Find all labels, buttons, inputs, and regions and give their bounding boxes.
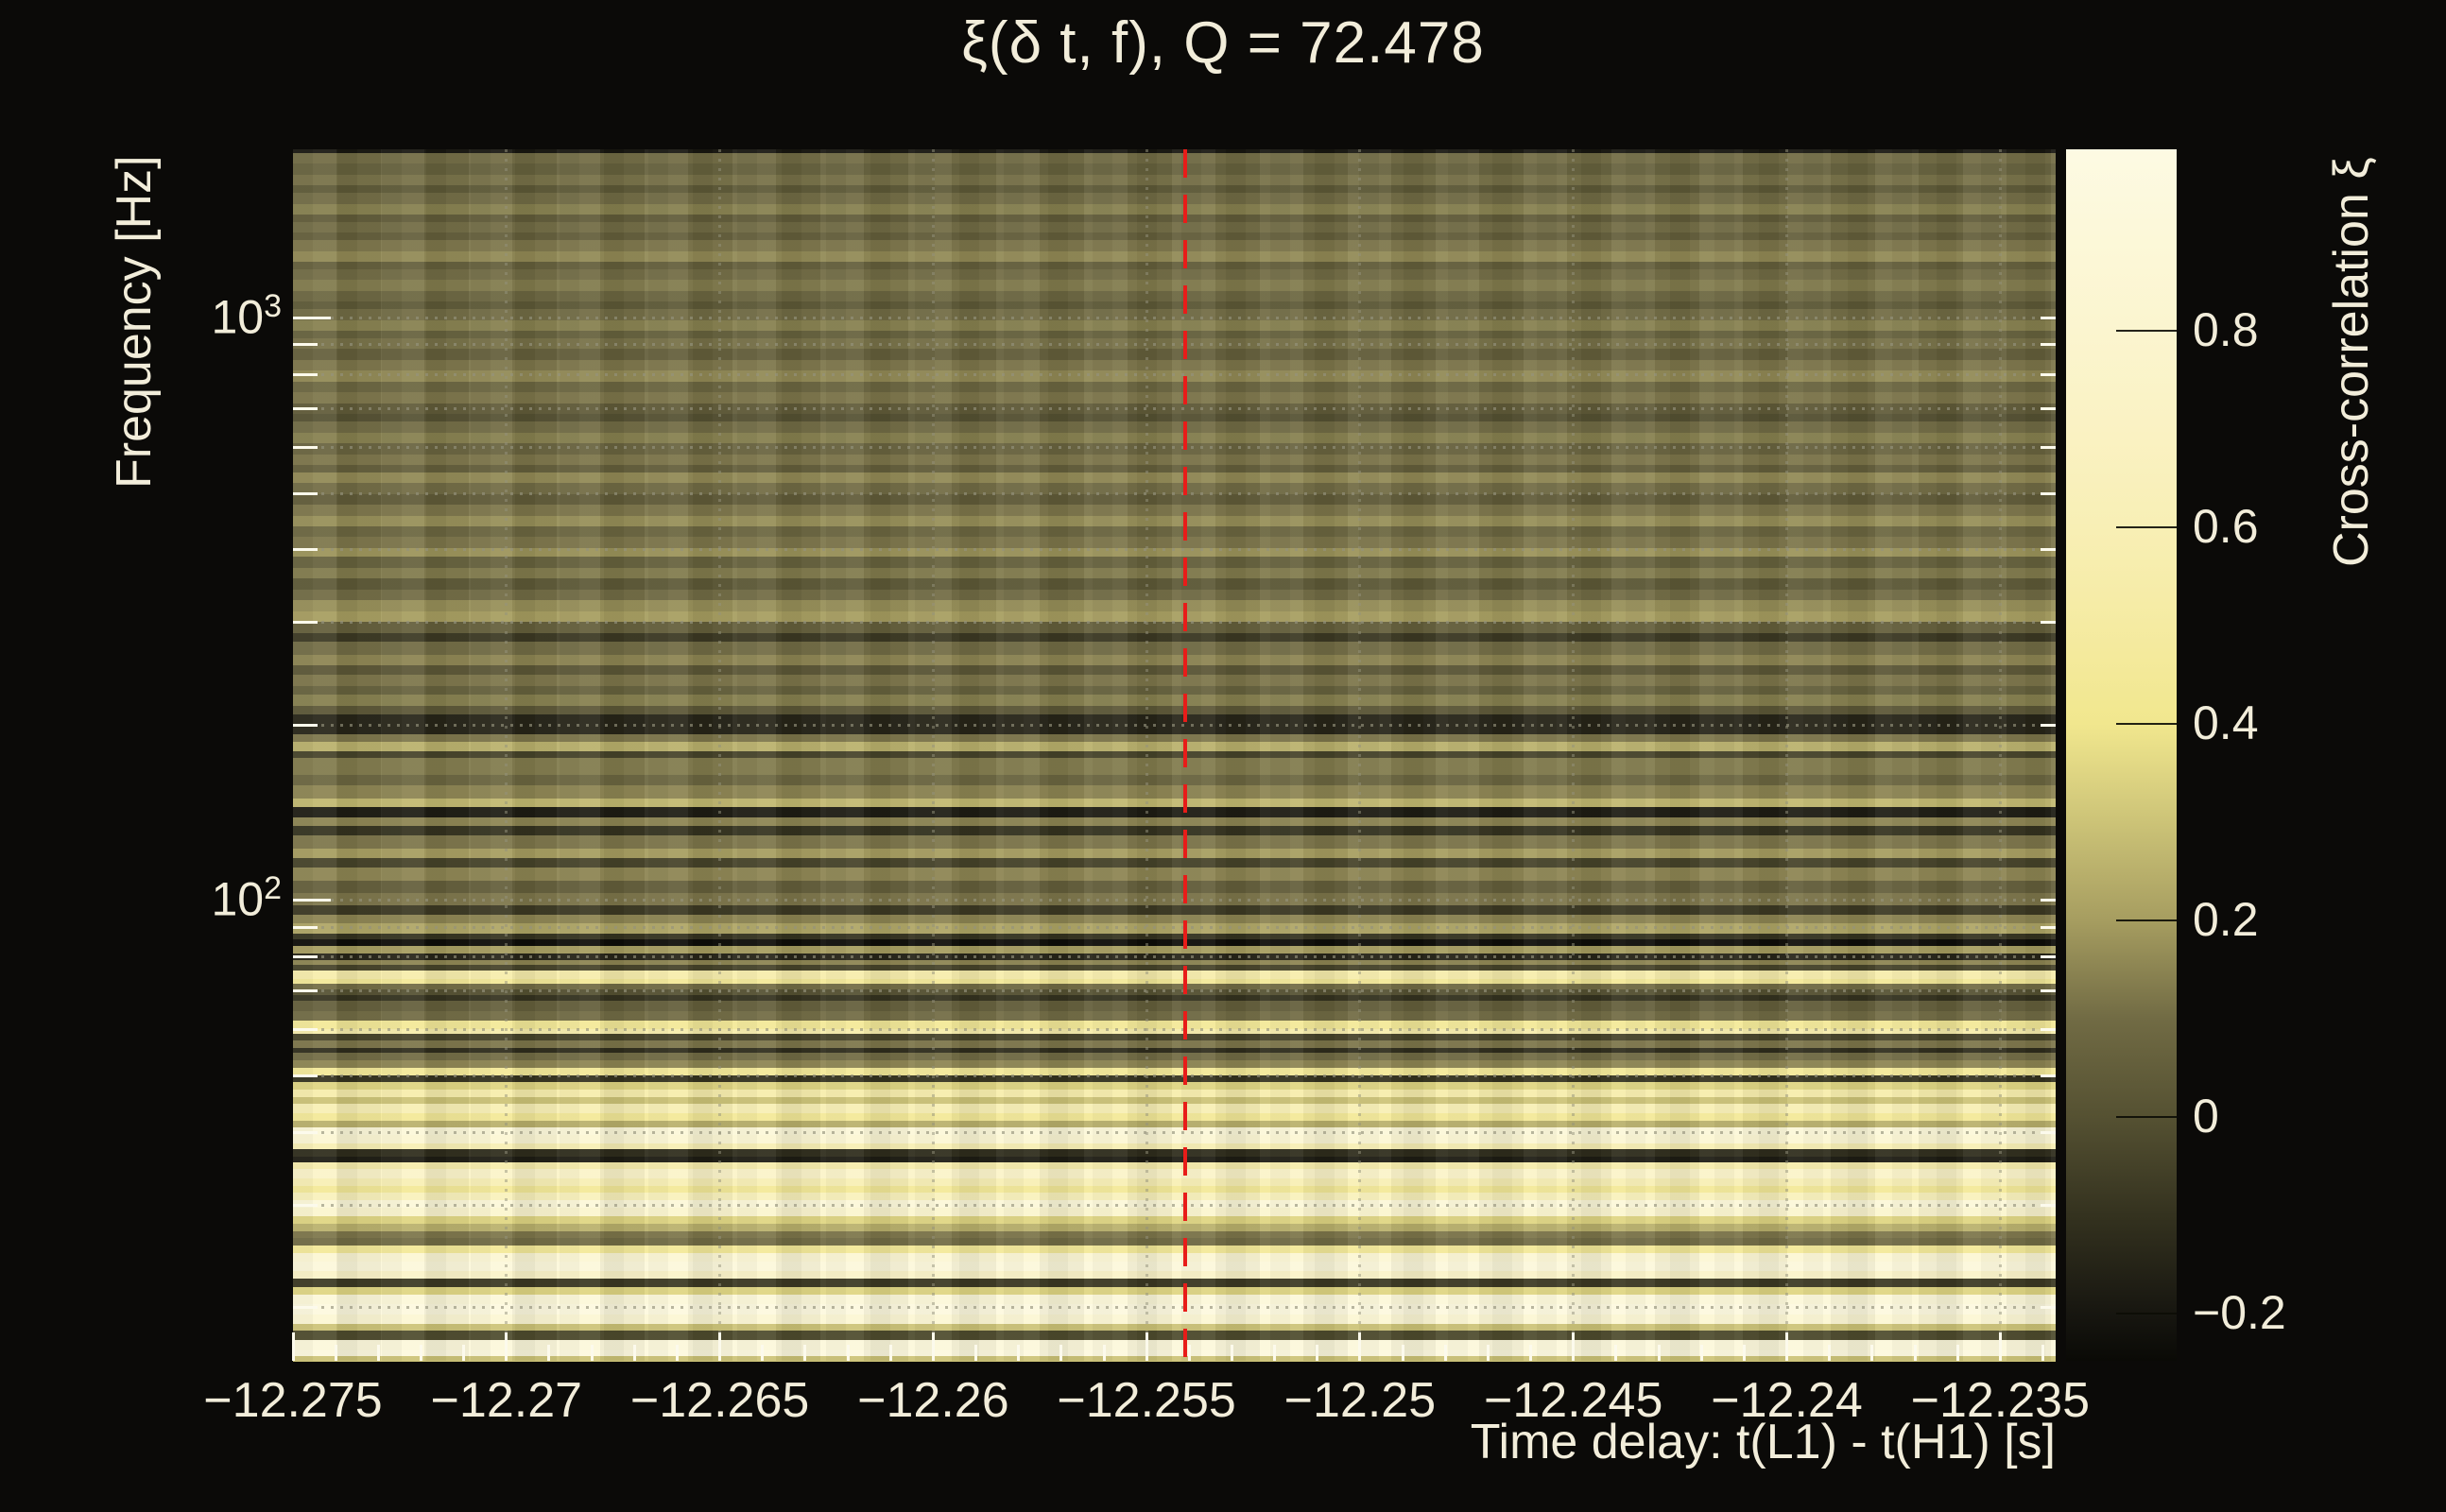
plot-title: ξ(δ t, f), Q = 72.478 bbox=[0, 9, 2446, 77]
freq-tick-left bbox=[293, 548, 318, 551]
time-tick-minor bbox=[1529, 1345, 1532, 1361]
freq-tick-left bbox=[293, 989, 318, 992]
freq-tick-right bbox=[2041, 1306, 2056, 1309]
time-tick-minor bbox=[1956, 1345, 1959, 1361]
freq-tick-left bbox=[293, 899, 331, 902]
time-tick-minor bbox=[2041, 1345, 2044, 1361]
freq-tick-right bbox=[2041, 1028, 2056, 1031]
freq-tick-right bbox=[2041, 955, 2056, 958]
time-tick-minor bbox=[1870, 1345, 1873, 1361]
marker-line bbox=[1183, 149, 1187, 1361]
time-tick-minor bbox=[1785, 1345, 1788, 1361]
freq-tick-right bbox=[2041, 407, 2056, 410]
figure: ξ(δ t, f), Q = 72.478 Frequency [Hz] 0.8… bbox=[0, 0, 2446, 1512]
freq-tick-left bbox=[293, 446, 318, 449]
time-tick-minor bbox=[505, 1345, 508, 1361]
time-tick-minor bbox=[591, 1345, 594, 1361]
freq-tick-right bbox=[2041, 446, 2056, 449]
time-tick-minor bbox=[889, 1345, 892, 1361]
freq-tick-left bbox=[293, 1204, 318, 1207]
heatmap-plot bbox=[293, 149, 2056, 1361]
time-tick-minor bbox=[1487, 1345, 1490, 1361]
colorbar-tick bbox=[2116, 330, 2177, 332]
freq-tick-right bbox=[2041, 899, 2056, 902]
freq-tick-right bbox=[2041, 926, 2056, 929]
freq-tick-right bbox=[2041, 317, 2056, 319]
freq-tick-right bbox=[2041, 724, 2056, 727]
time-tick-minor bbox=[1999, 1345, 2002, 1361]
time-tick-minor bbox=[633, 1345, 636, 1361]
time-tick-minor bbox=[1914, 1345, 1917, 1361]
time-tick-minor bbox=[547, 1345, 550, 1361]
y-tick-label: 102 bbox=[55, 870, 282, 927]
colorbar-tick-label: −0.2 bbox=[2193, 1285, 2438, 1340]
freq-tick-left bbox=[293, 955, 318, 958]
colorbar-tick-label: 0.8 bbox=[2193, 302, 2438, 357]
time-tick-minor bbox=[1658, 1345, 1661, 1361]
colorbar-tick-label: 0 bbox=[2193, 1089, 2438, 1143]
time-tick-minor bbox=[1402, 1345, 1404, 1361]
time-tick-minor bbox=[1444, 1345, 1447, 1361]
freq-tick-right bbox=[2041, 373, 2056, 376]
colorbar-tick-label: 0.2 bbox=[2193, 892, 2438, 947]
time-tick-minor bbox=[462, 1345, 465, 1361]
freq-tick-left bbox=[293, 1306, 318, 1309]
time-tick-minor bbox=[1828, 1345, 1831, 1361]
time-tick-minor bbox=[1188, 1345, 1191, 1361]
time-tick-minor bbox=[1700, 1345, 1703, 1361]
freq-tick-left bbox=[293, 926, 318, 929]
colorbar-title: Cross-correlation ξ bbox=[2323, 113, 2380, 567]
time-tick-minor bbox=[974, 1345, 977, 1361]
freq-tick-right bbox=[2041, 492, 2056, 495]
freq-tick-left bbox=[293, 317, 331, 319]
time-tick-minor bbox=[676, 1345, 679, 1361]
time-tick-minor bbox=[1316, 1345, 1318, 1361]
time-tick-minor bbox=[761, 1345, 764, 1361]
freq-tick-right bbox=[2041, 343, 2056, 346]
colorbar-tick bbox=[2116, 919, 2177, 921]
freq-tick-left bbox=[293, 373, 318, 376]
colorbar-tick bbox=[2116, 526, 2177, 528]
freq-tick-left bbox=[293, 1131, 318, 1134]
freq-tick-right bbox=[2041, 989, 2056, 992]
colorbar-tick bbox=[2116, 1313, 2177, 1314]
time-tick-minor bbox=[1059, 1345, 1062, 1361]
time-tick-minor bbox=[1614, 1345, 1617, 1361]
freq-tick-left bbox=[293, 724, 318, 727]
freq-tick-left bbox=[293, 1028, 318, 1031]
colorbar-tick bbox=[2116, 723, 2177, 725]
time-tick-minor bbox=[1358, 1345, 1361, 1361]
freq-tick-left bbox=[293, 492, 318, 495]
freq-tick-right bbox=[2041, 1204, 2056, 1207]
colorbar-tick-label: 0.6 bbox=[2193, 499, 2438, 554]
time-tick-minor bbox=[847, 1345, 850, 1361]
time-tick-major bbox=[292, 1332, 295, 1361]
time-tick-minor bbox=[420, 1345, 422, 1361]
freq-tick-left bbox=[293, 407, 318, 410]
time-tick-minor bbox=[1145, 1345, 1148, 1361]
y-tick-label: 103 bbox=[55, 288, 282, 345]
time-tick-minor bbox=[803, 1345, 806, 1361]
freq-tick-left bbox=[293, 621, 318, 624]
time-tick-minor bbox=[1103, 1345, 1106, 1361]
time-tick-minor bbox=[1572, 1345, 1575, 1361]
freq-tick-left bbox=[293, 1074, 318, 1077]
freq-tick-right bbox=[2041, 621, 2056, 624]
time-tick-minor bbox=[1231, 1345, 1233, 1361]
time-tick-minor bbox=[718, 1345, 721, 1361]
time-tick-minor bbox=[335, 1345, 337, 1361]
freq-tick-left bbox=[293, 343, 318, 346]
freq-tick-right bbox=[2041, 1131, 2056, 1134]
time-tick-minor bbox=[1273, 1345, 1276, 1361]
axis-edge-ticks bbox=[293, 149, 2056, 1361]
time-tick-minor bbox=[932, 1345, 935, 1361]
x-axis-title: Time delay: t(L1) - t(H1) [s] bbox=[1205, 1414, 2056, 1470]
freq-tick-right bbox=[2041, 1074, 2056, 1077]
colorbar-tick-label: 0.4 bbox=[2193, 696, 2438, 750]
time-tick-minor bbox=[1743, 1345, 1746, 1361]
colorbar-tick bbox=[2116, 1116, 2177, 1118]
time-tick-minor bbox=[377, 1345, 380, 1361]
freq-tick-right bbox=[2041, 548, 2056, 551]
time-tick-minor bbox=[1017, 1345, 1020, 1361]
